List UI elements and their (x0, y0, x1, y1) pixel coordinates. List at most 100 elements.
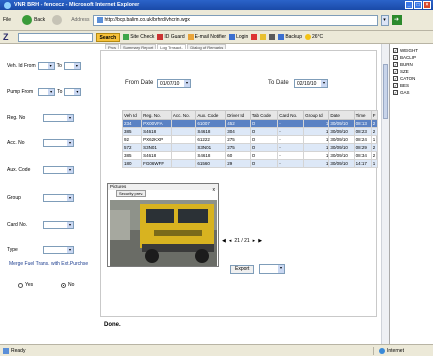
file-menu[interactable]: File (3, 17, 11, 23)
chevron-down-icon: ▾ (321, 80, 327, 87)
cell: 08:13 (353, 119, 372, 128)
toolbar-search-input[interactable] (17, 32, 93, 42)
tab-prcs[interactable]: Prcs (105, 44, 119, 50)
cell: 234 (121, 119, 143, 128)
table-row[interactable]: 180 FG06WFF 61560 29 O -1 30/09/10 14:17 1 (121, 159, 379, 168)
cell: 08:29 (353, 143, 372, 152)
site-check-button[interactable]: Site Check (123, 34, 154, 40)
veh-id-from-select[interactable]: ▾ (37, 62, 55, 70)
veh-id-to-select[interactable]: ▾ (63, 62, 81, 70)
acc-no-select[interactable]: ▾ (43, 139, 74, 147)
security-prev-button[interactable]: Security prev. (116, 190, 147, 197)
tab-summary-report[interactable]: Summary Report (120, 44, 157, 50)
table-row[interactable]: 385 S4618 S4618 304 O -1 30/09/10 08:23 2 (121, 127, 379, 136)
checkbox-bes[interactable]: ✓ BES (393, 82, 433, 89)
address-url: http://bcp.balim.co.uk/brhrd/vhcrin.wgx (104, 17, 190, 23)
column-header[interactable]: Group Id (303, 110, 330, 120)
column-header[interactable]: F (370, 110, 379, 120)
column-header[interactable]: Reg. No. (141, 110, 172, 120)
prev-page-icon[interactable]: ◂ (229, 238, 232, 244)
table-row[interactable]: 92 PX62KXP 61222 275 O -1 30/09/10 08:24 1 (121, 135, 379, 144)
chevron-down-icon: ▾ (47, 63, 54, 69)
tool-icon-dark[interactable] (269, 34, 276, 40)
checkbox-burn[interactable]: ✓ BURN (393, 61, 433, 68)
close-button[interactable]: × (423, 1, 431, 9)
login-icon (229, 34, 236, 40)
checkbox-weight[interactable]: ✓ WEIGHT (393, 47, 433, 54)
tool-icon-red[interactable] (251, 34, 258, 40)
column-header[interactable]: Driver Id (225, 110, 251, 120)
address-dropdown[interactable]: ▾ (380, 14, 389, 26)
back-button[interactable]: Back (20, 14, 47, 26)
status-bar: Ready Internet (0, 344, 433, 356)
main-scrollbar[interactable] (381, 44, 389, 344)
tool-icon-yellow[interactable] (260, 34, 267, 40)
column-header[interactable]: Card No. (277, 110, 305, 120)
last-page-icon[interactable]: ▶ (258, 238, 262, 244)
table-row[interactable]: 385 S4618 S4618 60 O -1 30/09/10 08:34 2 (121, 151, 379, 160)
maximize-button[interactable]: □ (414, 1, 422, 9)
cell: - (277, 119, 305, 128)
id-guard-button[interactable]: ID Guard (157, 34, 185, 40)
export-format-select[interactable]: ▾ (259, 264, 285, 274)
grid-pager: ◀ ◂ 21 / 21 ▸ ▶ (222, 238, 262, 244)
table-row[interactable]: 234 PX00VFA 61007 452 O -1 30/09/10 08:13 2 (121, 119, 379, 128)
go-button[interactable]: ➜ (391, 15, 402, 25)
column-header[interactable]: Acc. No. (170, 110, 197, 120)
checkbox-baclip[interactable]: ✓ BACLIP (393, 54, 433, 61)
pump-to-select[interactable]: ▾ (64, 88, 82, 96)
column-header[interactable]: Time (353, 110, 372, 120)
site-check-label: Site Check (130, 34, 155, 40)
column-header[interactable]: Tab Code (249, 110, 279, 120)
checkbox-sze[interactable]: ✓ SZE (393, 68, 433, 75)
tab-dialog-remarks[interactable]: Dialog of Remarks (187, 44, 227, 50)
export-button[interactable]: Export (230, 265, 255, 274)
from-date-value: 01/07/10 (160, 80, 180, 87)
login-button[interactable]: Login (229, 34, 248, 40)
minimize-button[interactable]: _ (405, 1, 413, 9)
popup-close-button[interactable]: x (213, 187, 216, 193)
card-no-select[interactable]: ▾ (43, 221, 74, 229)
cell (170, 151, 197, 160)
table-row[interactable]: 572 S3N01 S3N01 275 O -1 30/09/10 08:29 2 (121, 143, 379, 152)
cell: 1 (303, 119, 330, 128)
no-radio[interactable]: No (61, 282, 74, 288)
column-header[interactable]: Date (328, 110, 355, 120)
address-bar[interactable]: http://bcp.balim.co.uk/brhrd/vhcrin.wgx (92, 14, 378, 26)
cell: 1 (303, 151, 330, 160)
forward-button[interactable] (50, 14, 64, 26)
column-header[interactable]: Aux. Code (195, 110, 227, 120)
checkbox-label: SZE (400, 69, 409, 74)
filter-panel: Veh. Id From ▾ To ▾ Pump From ▾ To ▾ Reg… (0, 44, 96, 344)
search-button[interactable]: Search (95, 32, 121, 42)
cell: S4618 (195, 151, 227, 160)
next-page-icon[interactable]: ▸ (253, 238, 256, 244)
backup-button[interactable]: Backup (278, 34, 302, 40)
sun-icon (305, 34, 311, 40)
pump-from-select[interactable]: ▾ (38, 88, 56, 96)
yes-radio[interactable]: Yes (18, 282, 33, 288)
from-date-select[interactable]: 01/07/10 ▾ (157, 79, 191, 88)
chevron-down-icon: ▾ (67, 140, 73, 146)
reg-no-select[interactable]: ▾ (43, 114, 74, 122)
check-icon: ✓ (393, 62, 398, 67)
checkbox-caton[interactable]: ✓ CATON (393, 75, 433, 82)
group-select[interactable]: ▾ (43, 194, 74, 202)
pictures-popup: Pictures x Security prev. (107, 183, 219, 267)
to-date-select[interactable]: 02/10/10 ▾ (294, 79, 328, 88)
tab-log-transactions[interactable]: Log Trnsact.. (157, 44, 187, 50)
scrollbar-thumb[interactable] (383, 64, 388, 119)
cell: 61222 (195, 135, 227, 144)
pager-text: 21 / 21 (234, 238, 250, 244)
cell: 30/09/10 (328, 135, 355, 144)
checkbox-gas[interactable]: ✓ GAS (393, 89, 433, 96)
aux-code-select[interactable]: ▾ (43, 166, 74, 174)
email-notifier-button[interactable]: E-mail Notifier (187, 34, 226, 40)
type-select[interactable]: ▾ (43, 246, 74, 254)
cell: PX62KXP (141, 135, 172, 144)
first-page-icon[interactable]: ◀ (222, 238, 226, 244)
cell: 30/09/10 (328, 151, 355, 160)
column-header[interactable]: Veh Id (121, 110, 143, 120)
weather-button[interactable]: 26°C (305, 34, 323, 40)
check-icon: ✓ (393, 90, 398, 95)
